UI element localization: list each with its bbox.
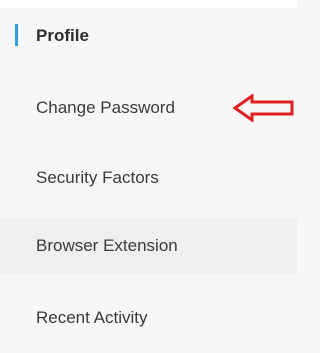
left-arrow-icon [232,94,294,122]
menu-item-label: Browser Extension [36,236,178,255]
menu-item-label: Security Factors [36,168,159,187]
settings-menu: Profile Change Password Security Factors… [0,0,297,353]
menu-item-profile[interactable]: Profile [0,14,297,58]
menu-item-label: Recent Activity [36,308,148,327]
menu-item-label: Profile [36,26,89,45]
top-divider [0,0,297,8]
menu-item-recent-activity[interactable]: Recent Activity [0,290,297,346]
menu-item-security-factors[interactable]: Security Factors [0,150,297,206]
menu-item-browser-extension[interactable]: Browser Extension [0,218,297,274]
menu-item-label: Change Password [36,98,175,117]
